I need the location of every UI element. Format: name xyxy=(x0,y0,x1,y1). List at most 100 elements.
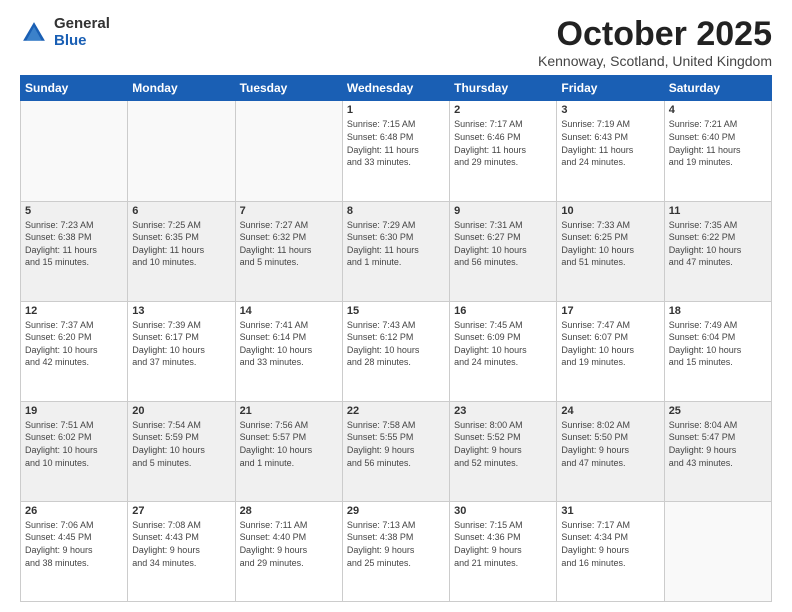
logo-icon xyxy=(20,19,48,47)
calendar-cell: 29 Sunrise: 7:13 AM Sunset: 4:38 PM Dayli… xyxy=(342,501,449,601)
calendar-cell: 13 Sunrise: 7:39 AM Sunset: 6:17 PM Dayli… xyxy=(128,301,235,401)
day-info: Sunrise: 7:37 AM Sunset: 6:20 PM Dayligh… xyxy=(25,319,123,369)
day-info: Sunrise: 7:25 AM Sunset: 6:35 PM Dayligh… xyxy=(132,219,230,269)
logo-general: General xyxy=(54,16,110,33)
calendar-cell: 11 Sunrise: 7:35 AM Sunset: 6:22 PM Dayli… xyxy=(664,201,771,301)
calendar-cell: 27 Sunrise: 7:08 AM Sunset: 4:43 PM Dayli… xyxy=(128,501,235,601)
calendar-cell: 16 Sunrise: 7:45 AM Sunset: 6:09 PM Dayli… xyxy=(450,301,557,401)
day-number: 18 xyxy=(669,305,767,317)
day-number: 5 xyxy=(25,205,123,217)
day-info: Sunrise: 7:15 AM Sunset: 6:48 PM Dayligh… xyxy=(347,118,445,168)
weekday-header-row: SundayMondayTuesdayWednesdayThursdayFrid… xyxy=(21,76,772,101)
weekday-header: Friday xyxy=(557,76,664,101)
weekday-header: Tuesday xyxy=(235,76,342,101)
page: General Blue October 2025 Kennoway, Scot… xyxy=(0,0,792,612)
weekday-header: Monday xyxy=(128,76,235,101)
calendar-week-row: 5 Sunrise: 7:23 AM Sunset: 6:38 PM Daylig… xyxy=(21,201,772,301)
calendar-cell: 3Sunrise: 7:19 AM Sunset: 6:43 PM Daylig… xyxy=(557,101,664,201)
day-number: 8 xyxy=(347,205,445,217)
day-number: 11 xyxy=(669,205,767,217)
month-title: October 2025 xyxy=(538,16,772,53)
day-number: 30 xyxy=(454,505,552,517)
day-info: Sunrise: 8:00 AM Sunset: 5:52 PM Dayligh… xyxy=(454,419,552,469)
day-number: 21 xyxy=(240,405,338,417)
day-info: Sunrise: 7:19 AM Sunset: 6:43 PM Dayligh… xyxy=(561,118,659,168)
day-info: Sunrise: 7:23 AM Sunset: 6:38 PM Dayligh… xyxy=(25,219,123,269)
calendar-cell: 18 Sunrise: 7:49 AM Sunset: 6:04 PM Dayli… xyxy=(664,301,771,401)
calendar-cell xyxy=(235,101,342,201)
day-number: 29 xyxy=(347,505,445,517)
day-info: Sunrise: 7:51 AM Sunset: 6:02 PM Dayligh… xyxy=(25,419,123,469)
day-number: 31 xyxy=(561,505,659,517)
day-info: Sunrise: 7:56 AM Sunset: 5:57 PM Dayligh… xyxy=(240,419,338,469)
calendar-cell: 14Sunrise: 7:41 AM Sunset: 6:14 PM Dayli… xyxy=(235,301,342,401)
day-number: 25 xyxy=(669,405,767,417)
calendar-cell: 20Sunrise: 7:54 AM Sunset: 5:59 PM Dayli… xyxy=(128,401,235,501)
day-number: 7 xyxy=(240,205,338,217)
calendar-cell: 9Sunrise: 7:31 AM Sunset: 6:27 PM Daylig… xyxy=(450,201,557,301)
calendar-cell xyxy=(664,501,771,601)
logo-text: General Blue xyxy=(54,16,110,49)
location: Kennoway, Scotland, United Kingdom xyxy=(538,53,772,69)
calendar-cell xyxy=(21,101,128,201)
day-info: Sunrise: 7:17 AM Sunset: 6:46 PM Dayligh… xyxy=(454,118,552,168)
weekday-header: Thursday xyxy=(450,76,557,101)
day-info: Sunrise: 7:13 AM Sunset: 4:38 PM Dayligh… xyxy=(347,519,445,569)
day-info: Sunrise: 7:15 AM Sunset: 4:36 PM Dayligh… xyxy=(454,519,552,569)
calendar-week-row: 19 Sunrise: 7:51 AM Sunset: 6:02 PM Dayli… xyxy=(21,401,772,501)
day-number: 15 xyxy=(347,305,445,317)
day-info: Sunrise: 7:49 AM Sunset: 6:04 PM Dayligh… xyxy=(669,319,767,369)
day-number: 24 xyxy=(561,405,659,417)
calendar-cell: 30 Sunrise: 7:15 AM Sunset: 4:36 PM Dayli… xyxy=(450,501,557,601)
calendar-cell: 7Sunrise: 7:27 AM Sunset: 6:32 PM Daylig… xyxy=(235,201,342,301)
day-number: 12 xyxy=(25,305,123,317)
day-number: 20 xyxy=(132,405,230,417)
day-info: Sunrise: 7:41 AM Sunset: 6:14 PM Dayligh… xyxy=(240,319,338,369)
calendar-cell xyxy=(128,101,235,201)
calendar-week-row: 26 Sunrise: 7:06 AM Sunset: 4:45 PM Dayli… xyxy=(21,501,772,601)
calendar-cell: 17Sunrise: 7:47 AM Sunset: 6:07 PM Dayli… xyxy=(557,301,664,401)
day-info: Sunrise: 7:17 AM Sunset: 4:34 PM Dayligh… xyxy=(561,519,659,569)
calendar-cell: 23 Sunrise: 8:00 AM Sunset: 5:52 PM Dayli… xyxy=(450,401,557,501)
calendar-cell: 10Sunrise: 7:33 AM Sunset: 6:25 PM Dayli… xyxy=(557,201,664,301)
weekday-header: Wednesday xyxy=(342,76,449,101)
title-block: October 2025 Kennoway, Scotland, United … xyxy=(538,16,772,69)
calendar-cell: 1 Sunrise: 7:15 AM Sunset: 6:48 PM Daylig… xyxy=(342,101,449,201)
day-info: Sunrise: 7:21 AM Sunset: 6:40 PM Dayligh… xyxy=(669,118,767,168)
day-number: 19 xyxy=(25,405,123,417)
calendar-cell: 22 Sunrise: 7:58 AM Sunset: 5:55 PM Dayli… xyxy=(342,401,449,501)
logo-blue: Blue xyxy=(54,33,110,50)
day-info: Sunrise: 7:29 AM Sunset: 6:30 PM Dayligh… xyxy=(347,219,445,269)
day-info: Sunrise: 7:45 AM Sunset: 6:09 PM Dayligh… xyxy=(454,319,552,369)
day-number: 1 xyxy=(347,104,445,116)
day-number: 27 xyxy=(132,505,230,517)
day-number: 2 xyxy=(454,104,552,116)
calendar-cell: 12 Sunrise: 7:37 AM Sunset: 6:20 PM Dayli… xyxy=(21,301,128,401)
day-info: Sunrise: 8:02 AM Sunset: 5:50 PM Dayligh… xyxy=(561,419,659,469)
day-info: Sunrise: 7:31 AM Sunset: 6:27 PM Dayligh… xyxy=(454,219,552,269)
day-number: 26 xyxy=(25,505,123,517)
calendar-cell: 25 Sunrise: 8:04 AM Sunset: 5:47 PM Dayli… xyxy=(664,401,771,501)
day-number: 16 xyxy=(454,305,552,317)
day-info: Sunrise: 7:06 AM Sunset: 4:45 PM Dayligh… xyxy=(25,519,123,569)
day-number: 4 xyxy=(669,104,767,116)
day-info: Sunrise: 7:39 AM Sunset: 6:17 PM Dayligh… xyxy=(132,319,230,369)
calendar-cell: 26 Sunrise: 7:06 AM Sunset: 4:45 PM Dayli… xyxy=(21,501,128,601)
day-number: 10 xyxy=(561,205,659,217)
day-info: Sunrise: 7:11 AM Sunset: 4:40 PM Dayligh… xyxy=(240,519,338,569)
calendar-cell: 6Sunrise: 7:25 AM Sunset: 6:35 PM Daylig… xyxy=(128,201,235,301)
day-info: Sunrise: 7:58 AM Sunset: 5:55 PM Dayligh… xyxy=(347,419,445,469)
calendar-cell: 4 Sunrise: 7:21 AM Sunset: 6:40 PM Daylig… xyxy=(664,101,771,201)
day-info: Sunrise: 8:04 AM Sunset: 5:47 PM Dayligh… xyxy=(669,419,767,469)
day-info: Sunrise: 7:47 AM Sunset: 6:07 PM Dayligh… xyxy=(561,319,659,369)
day-number: 28 xyxy=(240,505,338,517)
day-number: 22 xyxy=(347,405,445,417)
calendar-cell: 31 Sunrise: 7:17 AM Sunset: 4:34 PM Dayli… xyxy=(557,501,664,601)
calendar-cell: 24 Sunrise: 8:02 AM Sunset: 5:50 PM Dayli… xyxy=(557,401,664,501)
day-number: 23 xyxy=(454,405,552,417)
calendar-cell: 2 Sunrise: 7:17 AM Sunset: 6:46 PM Daylig… xyxy=(450,101,557,201)
day-info: Sunrise: 7:35 AM Sunset: 6:22 PM Dayligh… xyxy=(669,219,767,269)
day-info: Sunrise: 7:08 AM Sunset: 4:43 PM Dayligh… xyxy=(132,519,230,569)
day-info: Sunrise: 7:43 AM Sunset: 6:12 PM Dayligh… xyxy=(347,319,445,369)
day-number: 13 xyxy=(132,305,230,317)
